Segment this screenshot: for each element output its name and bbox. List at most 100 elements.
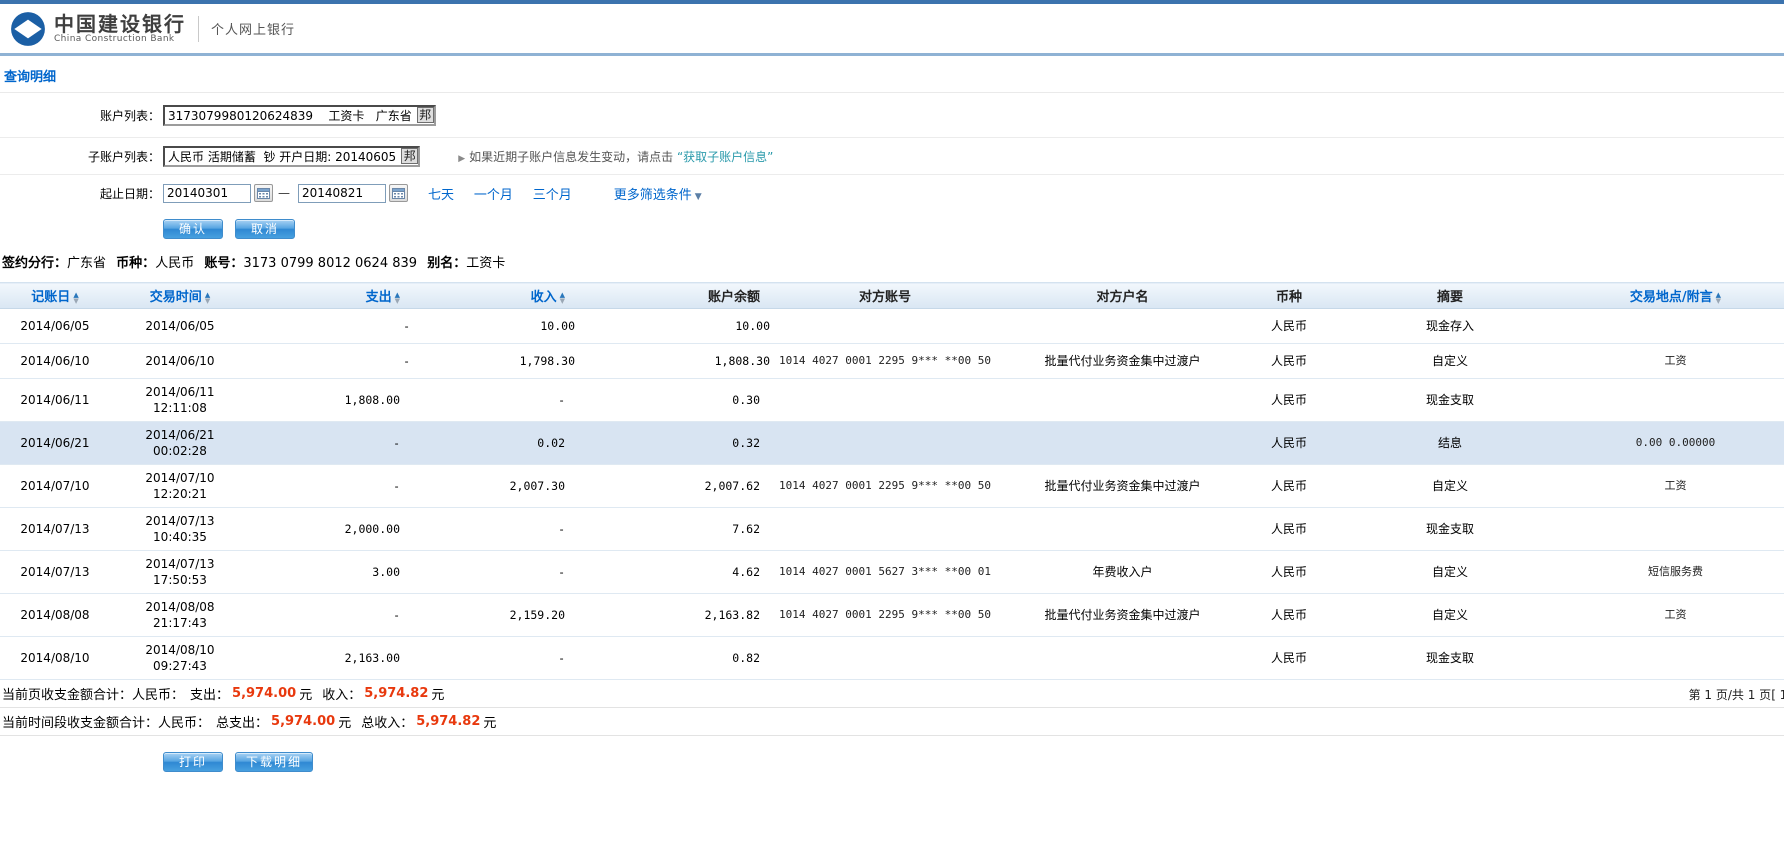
transaction-row: 2014/06/102014/06/10-1,798.301,808.30101… (0, 344, 1784, 379)
cell-income: 2,007.30 (410, 465, 575, 508)
calendar-icon[interactable] (389, 184, 408, 202)
column-label: 对方户名 (1096, 290, 1148, 305)
quick-range-1m[interactable]: 一个月 (474, 188, 513, 203)
date-from-input[interactable] (163, 184, 251, 203)
cell-currency: 人民币 (1245, 465, 1333, 508)
column-header-3[interactable]: 支出▲▼ (250, 283, 410, 309)
cell-income: - (410, 637, 575, 680)
cell-counter-name (1000, 508, 1245, 551)
hint-bullet-icon: ▶ (458, 154, 465, 164)
account-number-label: 账号： (204, 256, 243, 271)
cell-expense: 2,000.00 (250, 508, 410, 551)
cell-currency: 人民币 (1245, 551, 1333, 594)
more-filters-label: 更多筛选条件 (614, 188, 692, 203)
account-info-line: 签约分行：广东省 币种：人民币 账号：3173 0799 8012 0624 8… (0, 252, 1784, 270)
cell-counter-account: 1014 4027 0001 2295 9*** **00 50 (770, 344, 1000, 379)
cell-expense: - (250, 344, 410, 379)
date-range-label: 起止日期： (0, 185, 160, 202)
column-header-9: 摘要 (1333, 283, 1567, 309)
cell-income: - (410, 379, 575, 422)
transaction-row: 2014/08/102014/08/1009:27:432,163.00-0.8… (0, 637, 1784, 680)
period-total-row: 当前时间段收支金额合计：人民币： 总支出： 5,974.00 元 总收入： 5,… (0, 708, 1784, 736)
column-header-1[interactable]: 记账日▲▼ (0, 283, 110, 309)
download-button[interactable]: 下载明细 (235, 752, 313, 772)
cell-trans-time: 2014/06/2100:02:28 (110, 422, 250, 465)
refresh-subaccount-link[interactable]: “获取子账户信息” (677, 150, 773, 164)
calendar-icon[interactable] (254, 184, 273, 202)
cell-post-date: 2014/08/10 (0, 637, 110, 680)
cell-post-date: 2014/07/13 (0, 551, 110, 594)
cell-expense: - (250, 422, 410, 465)
cell-summary: 现金支取 (1333, 637, 1567, 680)
date-range-row: 起止日期： — 七天 一个月 三个月 更多筛选条件▼ (0, 175, 1784, 211)
more-filters-link[interactable]: 更多筛选条件▼ (614, 184, 702, 203)
quick-range-7d[interactable]: 七天 (428, 188, 454, 203)
page-in-label: 收入： (322, 684, 361, 703)
bank-name-cn: 中国建设银行 (54, 14, 186, 34)
period-out-label: 总支出： (216, 712, 268, 731)
quick-ranges: 七天 一个月 三个月 (428, 184, 588, 203)
account-list-row: 账户列表： 3173079980120624839 工资卡 广东省 邦 (0, 93, 1784, 138)
hint-text: 如果近期子账户信息发生变动，请点击 (469, 150, 673, 164)
cell-counter-name (1000, 637, 1245, 680)
cell-place: 工资 (1567, 594, 1784, 637)
cell-income: 1,798.30 (410, 344, 575, 379)
page-total-row: 当前页收支金额合计：人民币： 支出： 5,974.00 元 收入： 5,974.… (0, 680, 1784, 708)
cell-balance: 1,808.30 (575, 344, 770, 379)
cell-expense: - (250, 594, 410, 637)
subaccount-hint: ▶ 如果近期子账户信息发生变动，请点击 “获取子账户信息” (458, 148, 773, 165)
column-header-10[interactable]: 交易地点/附言▲▼ (1567, 283, 1784, 309)
account-select[interactable]: 3173079980120624839 工资卡 广东省 邦 (163, 105, 436, 126)
dropdown-arrow-icon[interactable]: 邦 (417, 107, 434, 123)
cell-summary: 自定义 (1333, 465, 1567, 508)
cell-post-date: 2014/08/08 (0, 594, 110, 637)
cell-summary: 结息 (1333, 422, 1567, 465)
chevron-down-icon: ▼ (695, 192, 702, 202)
subaccount-select[interactable]: 人民币 活期储蓄 钞 开户日期: 20140605 邦 (163, 146, 420, 167)
column-header-2[interactable]: 交易时间▲▼ (110, 283, 250, 309)
cell-trans-time: 2014/08/1009:27:43 (110, 637, 250, 680)
cell-currency: 人民币 (1245, 508, 1333, 551)
page-out-amount: 5,974.00 (232, 686, 296, 701)
cell-currency: 人民币 (1245, 344, 1333, 379)
cell-income: 0.02 (410, 422, 575, 465)
cell-currency: 人民币 (1245, 379, 1333, 422)
column-header-4[interactable]: 收入▲▼ (410, 283, 575, 309)
cell-place: 工资 (1567, 465, 1784, 508)
cell-balance: 0.30 (575, 379, 770, 422)
confirm-button[interactable]: 确认 (163, 219, 223, 239)
pagination-suffix: [ 1] (1771, 688, 1784, 702)
cancel-button[interactable]: 取消 (235, 219, 295, 239)
branch-value: 广东省 (67, 256, 106, 271)
page-in-amount: 5,974.82 (364, 686, 428, 701)
print-button[interactable]: 打印 (163, 752, 223, 772)
subaccount-select-value: 人民币 活期储蓄 钞 开户日期: 20140605 (168, 148, 396, 165)
quick-range-3m[interactable]: 三个月 (533, 188, 572, 203)
column-label: 对方账号 (859, 290, 911, 305)
page-out-unit: 元 (299, 684, 312, 703)
sort-arrows-icon: ▲▼ (395, 292, 400, 304)
cell-counter-name (1000, 379, 1245, 422)
cell-trans-time: 2014/06/1112:11:08 (110, 379, 250, 422)
transaction-row: 2014/06/112014/06/1112:11:081,808.00-0.3… (0, 379, 1784, 422)
dropdown-arrow-icon[interactable]: 邦 (401, 148, 418, 164)
subaccount-list-label: 子账户列表： (0, 148, 160, 165)
page-total-prefix: 当前页收支金额合计：人民币： (2, 684, 184, 703)
date-to-input[interactable] (298, 184, 386, 203)
cell-balance: 7.62 (575, 508, 770, 551)
table-body: 2014/06/052014/06/05-10.0010.00人民币现金存入20… (0, 309, 1784, 680)
cell-post-date: 2014/06/10 (0, 344, 110, 379)
column-label: 支出 (366, 290, 392, 305)
account-list-label: 账户列表： (0, 107, 160, 124)
subaccount-list-row: 子账户列表： 人民币 活期储蓄 钞 开户日期: 20140605 邦 ▶ 如果近期… (0, 138, 1784, 175)
sort-arrows-icon: ▲▼ (1716, 292, 1721, 304)
account-select-value: 3173079980120624839 工资卡 广东省 (168, 107, 412, 124)
cell-balance: 2,163.82 (575, 594, 770, 637)
cell-counter-account (770, 422, 1000, 465)
date-range-dash: — (278, 186, 290, 200)
column-label: 收入 (531, 290, 557, 305)
cell-place (1567, 379, 1784, 422)
page-in-unit: 元 (431, 684, 444, 703)
cell-counter-name: 年费收入户 (1000, 551, 1245, 594)
product-name: 个人网上银行 (211, 19, 295, 38)
